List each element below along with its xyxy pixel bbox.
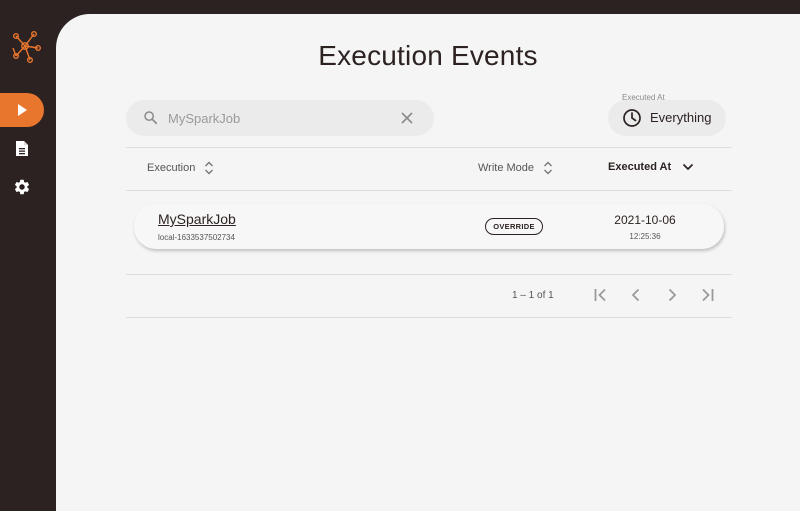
sort-desc-icon: [683, 163, 694, 171]
sidebar-item-documents[interactable]: [0, 131, 44, 165]
pagination-range: 1 – 1 of 1: [512, 290, 554, 301]
divider: [126, 147, 732, 148]
column-header-execution[interactable]: Execution: [147, 161, 214, 175]
column-label: Executed At: [608, 161, 672, 173]
executed-time: 12:25:36: [629, 232, 661, 241]
sidebar-item-executions[interactable]: [0, 93, 44, 127]
column-label: Write Mode: [478, 162, 535, 174]
clock-icon: [623, 109, 641, 127]
divider: [126, 317, 732, 318]
last-page-icon[interactable]: [698, 286, 716, 304]
executed-date: 2021-10-06: [614, 213, 676, 227]
divider: [126, 274, 732, 275]
execution-id: local-1633537502734: [158, 233, 235, 242]
search-input[interactable]: [168, 108, 388, 128]
search-icon: [144, 111, 158, 125]
table-row[interactable]: MySparkJob local-1633537502734 OVERRIDE …: [134, 204, 724, 249]
previous-page-icon[interactable]: [627, 286, 645, 304]
search-bar[interactable]: [126, 100, 434, 136]
sidebar-item-settings[interactable]: [0, 170, 44, 204]
logo-icon[interactable]: [8, 28, 42, 66]
column-header-write-mode[interactable]: Write Mode: [478, 161, 553, 175]
sidebar: [0, 0, 56, 511]
execution-name-link[interactable]: MySparkJob: [158, 211, 236, 227]
clear-icon[interactable]: [400, 111, 414, 125]
main-panel: Execution Events Executed At Everything …: [56, 14, 800, 511]
column-header-executed-at[interactable]: Executed At: [608, 161, 694, 173]
play-icon: [18, 104, 27, 116]
write-mode-badge: OVERRIDE: [485, 218, 543, 235]
executed-at-filter-button[interactable]: Everything: [608, 100, 726, 136]
sort-icon: [205, 161, 214, 175]
document-icon: [16, 140, 28, 156]
sort-icon: [544, 161, 553, 175]
page-title: Execution Events: [318, 40, 538, 71]
filter-value: Everything: [650, 110, 712, 125]
column-label: Execution: [147, 162, 196, 174]
first-page-icon[interactable]: [592, 286, 610, 304]
gear-icon: [14, 179, 30, 195]
next-page-icon[interactable]: [663, 286, 681, 304]
divider: [126, 190, 732, 191]
